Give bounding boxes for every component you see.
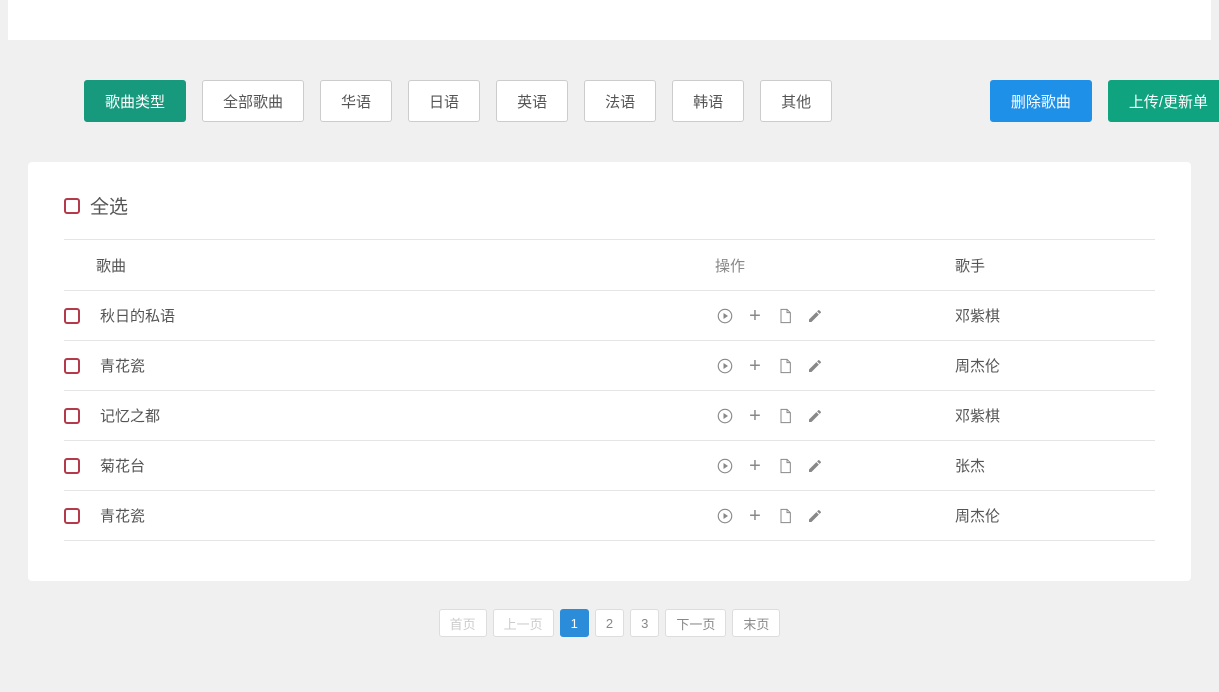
upload-update-button[interactable]: 上传/更新单 — [1108, 80, 1219, 122]
add-icon[interactable]: + — [745, 506, 765, 526]
play-icon[interactable] — [715, 506, 735, 526]
row-checkbox[interactable] — [64, 308, 80, 324]
song-artist: 张杰 — [955, 455, 1155, 476]
song-title: 青花瓷 — [96, 505, 715, 526]
filter-all[interactable]: 全部歌曲 — [202, 80, 304, 122]
edit-icon[interactable] — [805, 306, 825, 326]
pagination: 首页 上一页 1 2 3 下一页 末页 — [0, 609, 1219, 637]
song-type-button[interactable]: 歌曲类型 — [84, 80, 186, 122]
row-checkbox[interactable] — [64, 358, 80, 374]
song-title: 记忆之都 — [96, 405, 715, 426]
file-icon[interactable] — [775, 456, 795, 476]
table-header: 歌曲 操作 歌手 — [64, 239, 1155, 291]
select-all-label: 全选 — [90, 192, 128, 219]
song-title: 菊花台 — [96, 455, 715, 476]
add-icon[interactable]: + — [745, 406, 765, 426]
delete-songs-button[interactable]: 删除歌曲 — [990, 80, 1092, 122]
song-artist: 邓紫棋 — [955, 405, 1155, 426]
file-icon[interactable] — [775, 506, 795, 526]
filter-french[interactable]: 法语 — [584, 80, 656, 122]
toolbar: 歌曲类型 全部歌曲 华语 日语 英语 法语 韩语 其他 删除歌曲 上传/更新单 — [0, 40, 1219, 162]
file-icon[interactable] — [775, 306, 795, 326]
song-artist: 周杰伦 — [955, 355, 1155, 376]
row-checkbox[interactable] — [64, 408, 80, 424]
song-panel: 全选 歌曲 操作 歌手 秋日的私语+邓紫棋青花瓷+周杰伦记忆之都+邓紫棋菊花台+… — [28, 162, 1191, 581]
play-icon[interactable] — [715, 306, 735, 326]
filter-english[interactable]: 英语 — [496, 80, 568, 122]
song-artist: 邓紫棋 — [955, 305, 1155, 326]
page-1[interactable]: 1 — [560, 609, 589, 637]
song-title: 秋日的私语 — [96, 305, 715, 326]
filter-korean[interactable]: 韩语 — [672, 80, 744, 122]
table-row: 菊花台 + 张杰 — [64, 441, 1155, 491]
play-icon[interactable] — [715, 406, 735, 426]
page-last[interactable]: 末页 — [732, 609, 780, 637]
edit-icon[interactable] — [805, 406, 825, 426]
col-header-artist: 歌手 — [955, 255, 1155, 276]
table-row: 青花瓷 + 周杰伦 — [64, 491, 1155, 541]
file-icon[interactable] — [775, 356, 795, 376]
play-icon[interactable] — [715, 456, 735, 476]
col-header-song: 歌曲 — [96, 255, 715, 276]
edit-icon[interactable] — [805, 506, 825, 526]
edit-icon[interactable] — [805, 356, 825, 376]
filter-chinese[interactable]: 华语 — [320, 80, 392, 122]
add-icon[interactable]: + — [745, 456, 765, 476]
song-table: 歌曲 操作 歌手 秋日的私语+邓紫棋青花瓷+周杰伦记忆之都+邓紫棋菊花台+张杰青… — [64, 239, 1155, 541]
page-next[interactable]: 下一页 — [665, 609, 726, 637]
page-prev[interactable]: 上一页 — [493, 609, 554, 637]
page-first[interactable]: 首页 — [439, 609, 487, 637]
select-all-row: 全选 — [64, 192, 1155, 219]
select-all-checkbox[interactable] — [64, 198, 80, 214]
song-artist: 周杰伦 — [955, 505, 1155, 526]
add-icon[interactable]: + — [745, 356, 765, 376]
filter-japanese[interactable]: 日语 — [408, 80, 480, 122]
page-2[interactable]: 2 — [595, 609, 624, 637]
play-icon[interactable] — [715, 356, 735, 376]
row-checkbox[interactable] — [64, 458, 80, 474]
row-checkbox[interactable] — [64, 508, 80, 524]
page-3[interactable]: 3 — [630, 609, 659, 637]
col-header-ops: 操作 — [715, 255, 955, 276]
edit-icon[interactable] — [805, 456, 825, 476]
table-row: 秋日的私语 + 邓紫棋 — [64, 291, 1155, 341]
add-icon[interactable]: + — [745, 306, 765, 326]
file-icon[interactable] — [775, 406, 795, 426]
table-row: 记忆之都 + 邓紫棋 — [64, 391, 1155, 441]
song-title: 青花瓷 — [96, 355, 715, 376]
table-row: 青花瓷 + 周杰伦 — [64, 341, 1155, 391]
filter-other[interactable]: 其他 — [760, 80, 832, 122]
